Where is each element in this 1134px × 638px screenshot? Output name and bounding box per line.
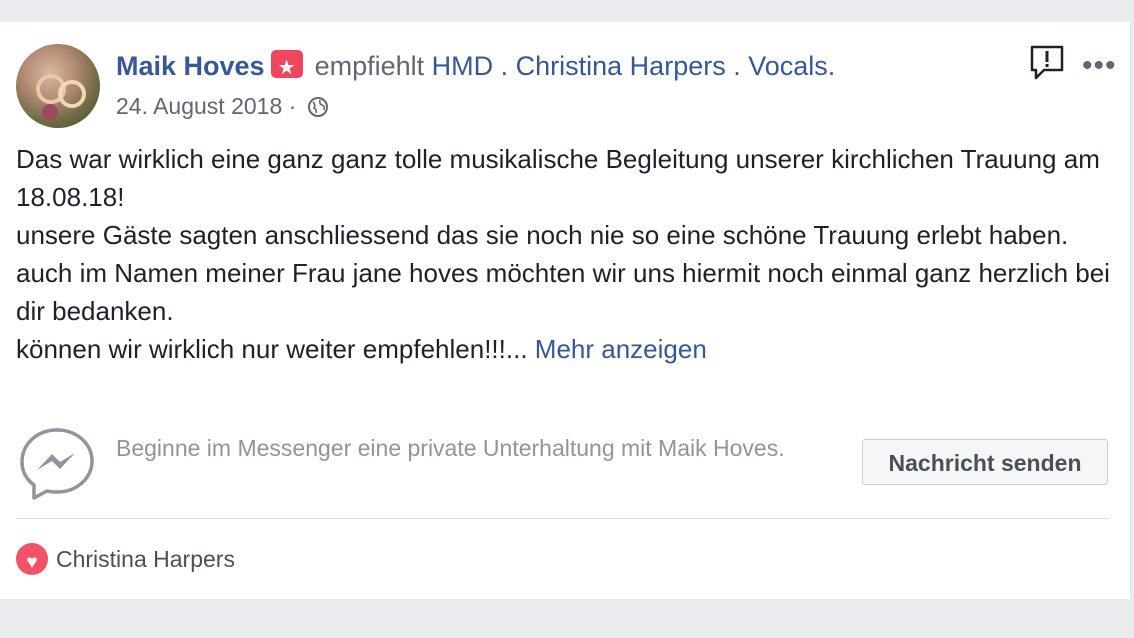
- star-recommendation-icon: ★: [270, 50, 303, 79]
- post-text-line: unsere Gäste sagten anschliessend das si…: [16, 220, 1069, 250]
- post-text-line: Das war wirklich eine ganz ganz tolle mu…: [16, 144, 1100, 212]
- post-date[interactable]: 24. August 2018: [116, 93, 282, 119]
- post-last-line: können wir wirklich nur weiter empfehlen…: [16, 334, 528, 364]
- avatar[interactable]: [16, 44, 100, 128]
- messenger-prompt: Beginne im Messenger eine private Unterh…: [116, 435, 785, 461]
- avatar-ring: [58, 80, 86, 108]
- report-icon[interactable]: [1028, 44, 1066, 87]
- review-card: Maik Hoves ★ empfiehlt HMD . Christina Har…: [0, 22, 1130, 599]
- recommends-label: empfiehlt: [314, 51, 425, 81]
- globe-icon[interactable]: [307, 96, 329, 124]
- heart-icon: ♥: [16, 543, 48, 575]
- send-message-button[interactable]: Nachricht senden: [862, 439, 1108, 485]
- post-text-line: können wir wirklich nur weiter empfehlen…: [16, 330, 1116, 368]
- reaction-summary[interactable]: ♥ Christina Harpers: [16, 543, 235, 575]
- author-name[interactable]: Maik Hoves: [116, 51, 265, 81]
- more-link[interactable]: Mehr anzeigen: [535, 334, 707, 364]
- reactor-name[interactable]: Christina Harpers: [56, 546, 235, 572]
- post-header: Maik Hoves ★ empfiehlt HMD . Christina Har…: [116, 49, 835, 83]
- post-text-line: auch im Namen meiner Frau jane hoves möc…: [16, 258, 1110, 326]
- divider: [16, 518, 1110, 519]
- messenger-icon: [18, 426, 96, 507]
- more-options-icon[interactable]: •••: [1082, 51, 1117, 81]
- post-meta: 24. August 2018 ·: [116, 92, 329, 124]
- meta-separator: ·: [288, 93, 297, 119]
- avatar-flower: [42, 104, 58, 120]
- post-body: Das war wirklich eine ganz ganz tolle mu…: [16, 140, 1116, 368]
- page-link[interactable]: HMD . Christina Harpers . Vocals.: [432, 51, 836, 81]
